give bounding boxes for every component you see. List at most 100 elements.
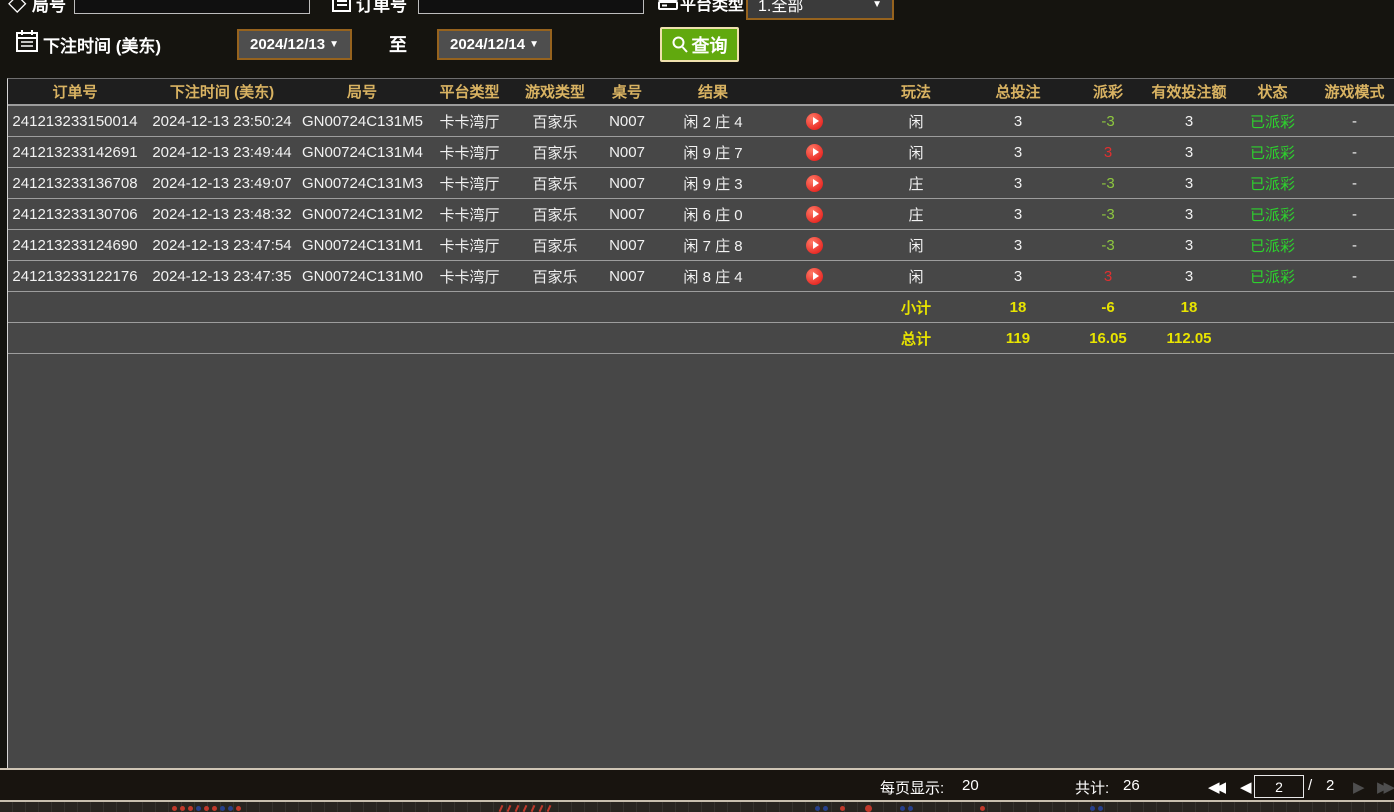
calendar-icon [16, 30, 38, 52]
round-cell: GN00724C131M0 [302, 260, 423, 292]
time-cell: 2024-12-13 23:48:32 [142, 198, 302, 230]
bet-cell: 3 [968, 260, 1068, 292]
replay-cell [765, 105, 864, 137]
round-cell: GN00724C131M5 [302, 105, 423, 137]
subtotal-label: 小计 [864, 291, 968, 323]
date-to-picker[interactable]: 2024/12/14 ▼ [437, 29, 552, 60]
col-game-mode: 游戏模式 [1315, 79, 1394, 106]
pagination-bar: 每页显示: 20 共计: 26 ◀◀ ◀ / 2 ▶ ▶▶ [0, 768, 1394, 800]
total-spacer [1230, 322, 1394, 354]
col-play: 玩法 [864, 79, 968, 106]
empty-area [8, 354, 1394, 355]
order-cell: 241213233150014 [8, 105, 142, 137]
replay-icon[interactable] [806, 174, 823, 192]
col-platform: 平台类型 [422, 79, 517, 106]
platform-icon [658, 0, 678, 10]
col-valid-bet: 有效投注额 [1148, 79, 1230, 106]
table-row: 241213233136708 2024-12-13 23:49:07 GN00… [8, 167, 1394, 199]
game-cell: 百家乐 [517, 105, 593, 137]
total-bet: 119 [968, 322, 1068, 354]
order-cell: 241213233122176 [8, 260, 142, 292]
time-cell: 2024-12-13 23:49:44 [142, 136, 302, 168]
col-table: 桌号 [593, 79, 661, 106]
total-pages: 2 [1326, 777, 1335, 794]
payout-value: -3 [1101, 236, 1115, 254]
total-valid: 112.05 [1148, 322, 1230, 354]
page-input[interactable] [1254, 775, 1304, 798]
play-cell: 闲 [864, 229, 968, 261]
result-cell: 闲 2 庄 4 [661, 105, 765, 137]
play-cell: 闲 [864, 260, 968, 292]
order-cell: 241213233136708 [8, 167, 142, 199]
order-cell: 241213233124690 [8, 229, 142, 261]
platform-select-value: 1.全部 [758, 0, 804, 15]
bet-cell: 3 [968, 167, 1068, 199]
replay-cell [765, 136, 864, 168]
per-page-value: 20 [962, 777, 979, 794]
order-input[interactable] [418, 0, 644, 14]
table-no-cell: N007 [593, 260, 661, 292]
payout-cell: 3 [1068, 260, 1148, 292]
last-page-button[interactable]: ▶▶ [1377, 778, 1394, 796]
replay-icon[interactable] [806, 112, 823, 130]
status-badge: 已派彩 [1230, 260, 1315, 292]
col-replay [765, 79, 864, 106]
table-no-cell: N007 [593, 136, 661, 168]
col-result: 结果 [661, 79, 765, 106]
subtotal-row: 小计 18 -6 18 [8, 291, 1394, 323]
prev-page-button[interactable]: ◀ [1240, 778, 1252, 796]
order-label: 订单号 [356, 0, 407, 15]
search-button-label: 查询 [691, 35, 728, 56]
col-total-bet: 总投注 [968, 79, 1068, 106]
replay-icon[interactable] [806, 143, 823, 161]
col-time: 下注时间 (美东) [142, 79, 302, 106]
bet-cell: 3 [968, 229, 1068, 261]
date-from-picker[interactable]: 2024/12/13 ▼ [237, 29, 352, 60]
filter-bar: ◇ 局号 订单号 平台类型 1.全部 ▼ 下注时间 (美东) 2024/12/1… [0, 0, 1394, 78]
time-cell: 2024-12-13 23:47:54 [142, 229, 302, 261]
valid-bet-cell: 3 [1148, 136, 1230, 168]
game-cell: 百家乐 [517, 136, 593, 168]
first-page-button[interactable]: ◀◀ [1208, 778, 1226, 796]
table-no-cell: N007 [593, 105, 661, 137]
replay-icon[interactable] [806, 236, 823, 254]
payout-value: 3 [1103, 143, 1113, 161]
col-game-type: 游戏类型 [517, 79, 593, 106]
replay-icon[interactable] [806, 267, 823, 285]
game-cell: 百家乐 [517, 198, 593, 230]
replay-cell [765, 260, 864, 292]
replay-cell [765, 229, 864, 261]
replay-cell [765, 167, 864, 199]
payout-cell: 3 [1068, 136, 1148, 168]
platform-cell: 卡卡湾厅 [422, 229, 517, 261]
bet-cell: 3 [968, 198, 1068, 230]
to-label: 至 [389, 35, 407, 55]
game-cell: 百家乐 [517, 260, 593, 292]
replay-icon[interactable] [806, 205, 823, 223]
next-page-button[interactable]: ▶ [1353, 778, 1365, 796]
table-no-cell: N007 [593, 229, 661, 261]
status-badge: 已派彩 [1230, 198, 1315, 230]
total-payout: 16.05 [1068, 322, 1148, 354]
order-cell: 241213233130706 [8, 198, 142, 230]
bet-time-label: 下注时间 (美东) [43, 37, 162, 56]
platform-select[interactable]: 1.全部 ▼ [746, 0, 894, 20]
list-icon [332, 0, 351, 12]
total-spacer [8, 322, 864, 354]
total-count-label: 共计: [1075, 780, 1110, 797]
roadmap-strip [0, 800, 1394, 812]
mode-cell: - [1315, 260, 1394, 292]
bet-cell: 3 [968, 105, 1068, 137]
date-to-value: 2024/12/14 [450, 36, 526, 53]
col-order: 订单号 [8, 79, 142, 106]
total-row: 总计 119 16.05 112.05 [8, 322, 1394, 354]
time-cell: 2024-12-13 23:47:35 [142, 260, 302, 292]
col-status: 状态 [1230, 79, 1315, 106]
round-input[interactable] [74, 0, 310, 14]
table-row: 241213233150014 2024-12-13 23:50:24 GN00… [8, 105, 1394, 137]
search-button[interactable]: 查询 [660, 27, 739, 62]
date-from-value: 2024/12/13 [250, 36, 326, 53]
game-cell: 百家乐 [517, 229, 593, 261]
status-badge: 已派彩 [1230, 167, 1315, 199]
result-cell: 闲 9 庄 7 [661, 136, 765, 168]
